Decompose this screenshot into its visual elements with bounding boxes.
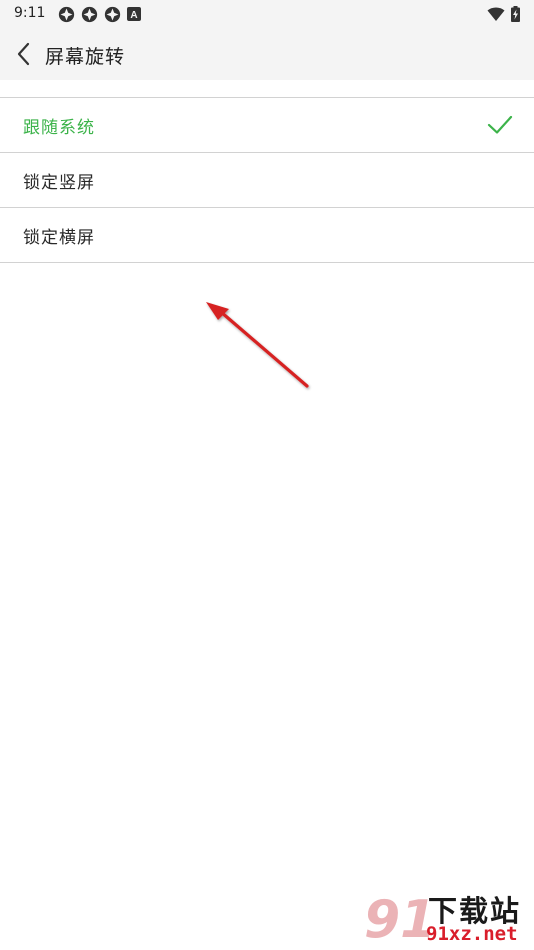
status-bar: 9:11 A — [0, 0, 534, 28]
svg-text:A: A — [130, 10, 137, 21]
a-badge-icon: A — [127, 7, 141, 21]
check-icon — [487, 115, 513, 134]
wifi-icon — [487, 7, 505, 21]
site-watermark: 91 下载站 91xz.net — [362, 885, 532, 947]
system-status-icons — [487, 5, 520, 23]
annotation-arrow — [206, 302, 309, 388]
app-notification-icon — [81, 6, 98, 22]
option-follow-system[interactable]: 跟随系统 — [0, 98, 534, 152]
option-lock-portrait[interactable]: 锁定竖屏 — [0, 153, 534, 207]
app-notification-icon — [104, 6, 121, 22]
option-lock-landscape[interactable]: 锁定横屏 — [0, 208, 534, 262]
chevron-left-icon — [17, 42, 30, 66]
battery-charging-icon — [511, 6, 520, 22]
divider — [0, 262, 534, 263]
back-button[interactable] — [10, 40, 38, 68]
watermark-url: 91xz.net — [426, 923, 518, 945]
page-title: 屏幕旋转 — [45, 46, 126, 68]
svg-text:91: 91 — [364, 890, 432, 947]
rotation-options-list: 跟随系统 锁定竖屏 锁定横屏 — [0, 97, 534, 263]
notification-icons: A — [58, 5, 141, 23]
app-notification-icon — [58, 6, 75, 22]
watermark-logo: 91 — [364, 890, 432, 947]
app-bar: 屏幕旋转 — [0, 28, 534, 80]
option-label: 锁定横屏 — [23, 227, 95, 248]
option-label: 跟随系统 — [23, 117, 95, 138]
option-label: 锁定竖屏 — [23, 172, 95, 193]
status-time: 9:11 — [14, 5, 46, 21]
